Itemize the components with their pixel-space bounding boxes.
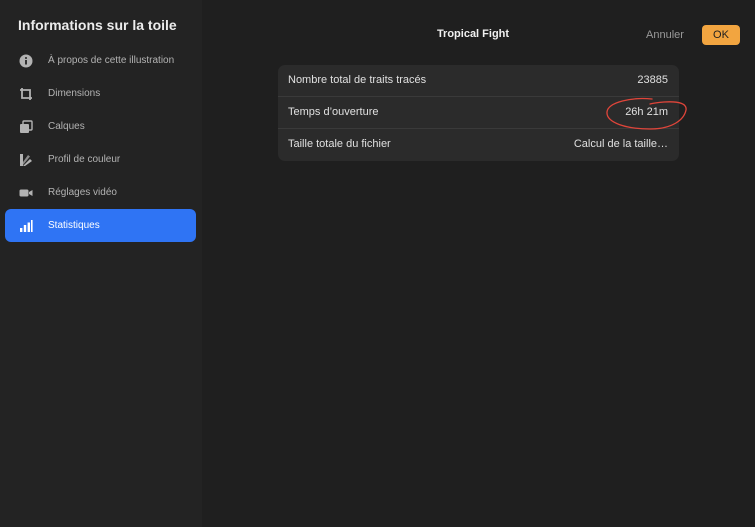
page-title: Tropical Fight [436, 28, 510, 40]
stat-row-file-size: Taille totale du fichier Calcul de la ta… [278, 129, 679, 161]
sidebar-item-label: Calques [48, 121, 85, 132]
stat-row-open-time: Temps d’ouverture 26h 21m [278, 97, 679, 129]
sidebar-item-label: Réglages vidéo [48, 187, 117, 198]
sidebar-item-about[interactable]: À propos de cette illustration [5, 44, 196, 77]
stat-row-total-strokes: Nombre total de traits tracés 23885 [278, 65, 679, 97]
sidebar: Informations sur la toile À propos de ce… [0, 0, 202, 527]
sidebar-item-dimensions[interactable]: Dimensions [5, 77, 196, 110]
sidebar-item-video-settings[interactable]: Réglages vidéo [5, 176, 196, 209]
layers-icon [20, 120, 33, 133]
sidebar-title: Informations sur la toile [18, 17, 177, 33]
sidebar-nav: À propos de cette illustration Dimension… [5, 44, 196, 242]
sidebar-item-layers[interactable]: Calques [5, 110, 196, 143]
sidebar-item-label: Profil de couleur [48, 154, 121, 165]
video-camera-icon [19, 189, 33, 197]
stat-value: 26h 21m [625, 106, 668, 118]
info-icon [19, 54, 33, 68]
stat-label: Temps d’ouverture [288, 106, 379, 118]
stat-value: 23885 [637, 74, 668, 86]
statistics-list: Nombre total de traits tracés 23885 Temp… [278, 65, 679, 161]
stat-label: Nombre total de traits tracés [288, 74, 427, 86]
sidebar-item-label: Dimensions [48, 88, 101, 99]
bar-chart-icon [20, 220, 33, 232]
sidebar-item-label: Statistiques [48, 220, 100, 231]
color-profile-icon [20, 154, 32, 166]
sidebar-item-label: À propos de cette illustration [48, 55, 175, 66]
ok-button[interactable]: OK [702, 25, 740, 45]
sidebar-item-statistics[interactable]: Statistiques [5, 209, 196, 242]
canvas-info-screen: Informations sur la toile À propos de ce… [0, 0, 755, 527]
stat-value: Calcul de la taille… [573, 138, 668, 150]
cancel-button[interactable]: Annuler [646, 29, 684, 41]
crop-icon [20, 88, 32, 100]
sidebar-item-color-profile[interactable]: Profil de couleur [5, 143, 196, 176]
stat-label: Taille totale du fichier [288, 138, 391, 150]
